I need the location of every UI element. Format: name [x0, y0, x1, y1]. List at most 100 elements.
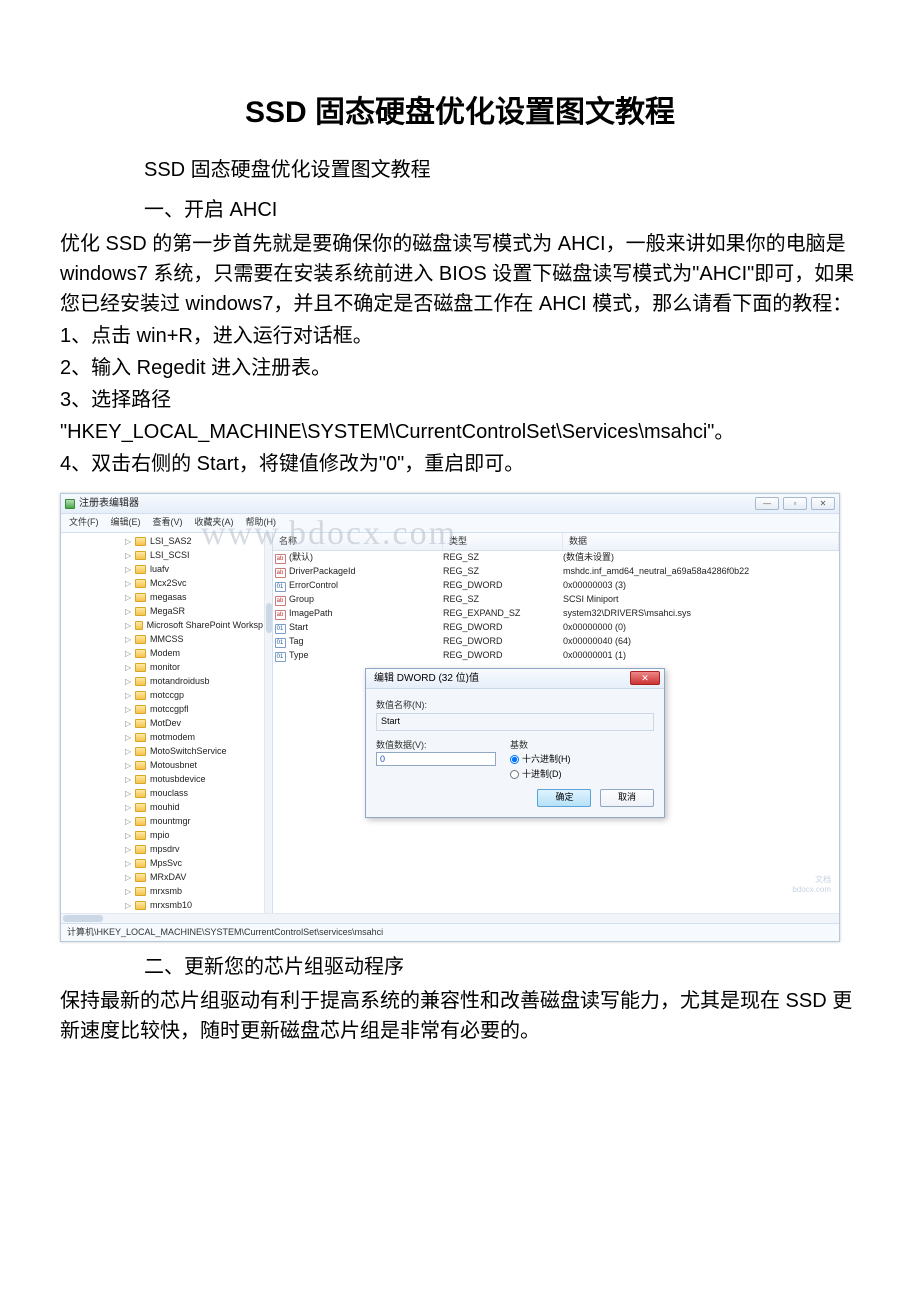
step-3-path: "HKEY_LOCAL_MACHINE\SYSTEM\CurrentContro… — [60, 417, 860, 447]
tree-item[interactable]: ▷mouhid — [61, 801, 272, 815]
tree-item[interactable]: ▷mpio — [61, 829, 272, 843]
expand-icon[interactable]: ▷ — [125, 606, 131, 618]
expand-icon[interactable]: ▷ — [125, 648, 131, 660]
expand-icon[interactable]: ▷ — [125, 536, 131, 548]
menu-fav[interactable]: 收藏夹(A) — [195, 516, 234, 530]
tree-pane[interactable]: ▷LSI_SAS2▷LSI_SCSI▷luafv▷Mcx2Svc▷megasas… — [61, 533, 273, 913]
tree-item[interactable]: ▷ motusbdevice — [61, 773, 272, 787]
radio-hex-input[interactable] — [510, 755, 519, 764]
registry-value-row[interactable]: 01TypeREG_DWORD0x00000001 (1) — [273, 649, 839, 663]
radio-dec[interactable]: 十进制(D) — [510, 768, 571, 782]
expand-icon[interactable]: ▷ — [125, 690, 131, 702]
expand-icon[interactable]: ▷ — [125, 732, 131, 744]
expand-icon[interactable]: ▷ — [125, 886, 131, 898]
tree-item[interactable]: ▷Modem — [61, 647, 272, 661]
tree-item[interactable]: ▷LSI_SAS2 — [61, 535, 272, 549]
tree-item[interactable]: ▷megasas — [61, 591, 272, 605]
close-button[interactable]: ✕ — [811, 497, 835, 510]
dialog-close-button[interactable]: ✕ — [630, 671, 660, 685]
tree-item-label: motusbdevice — [150, 773, 206, 787]
expand-icon[interactable]: ▷ — [125, 564, 131, 576]
expand-icon[interactable]: ▷ — [125, 760, 131, 772]
col-name[interactable]: 名称 — [273, 533, 443, 551]
cancel-button[interactable]: 取消 — [600, 789, 654, 807]
value-data-cell: SCSI Miniport — [563, 593, 839, 607]
tree-item[interactable]: ▷motccgp — [61, 689, 272, 703]
expand-icon[interactable]: ▷ — [125, 788, 131, 800]
registry-value-row[interactable]: 01StartREG_DWORD0x00000000 (0) — [273, 621, 839, 635]
expand-icon[interactable]: ▷ — [125, 858, 131, 870]
tree-item-label: mountmgr — [150, 815, 191, 829]
expand-icon[interactable]: ▷ — [125, 704, 131, 716]
regedit-screenshot: www.bdocx.com 注册表编辑器 — ▫ ✕ 文件(F) 编辑(E) 查… — [60, 493, 860, 942]
tree-item[interactable]: ▷Microsoft SharePoint Worksp… — [61, 619, 272, 633]
tree-item[interactable]: ▷MRxDAV — [61, 871, 272, 885]
tree-item[interactable]: ▷motmodem — [61, 731, 272, 745]
value-data-label: 数值数据(V): — [376, 739, 496, 753]
folder-icon — [135, 775, 146, 784]
menu-file[interactable]: 文件(F) — [69, 516, 99, 530]
expand-icon[interactable]: ▷ — [125, 816, 131, 828]
folder-icon — [135, 649, 146, 658]
col-data[interactable]: 数据 — [563, 533, 839, 551]
window-title: 注册表编辑器 — [79, 496, 139, 511]
registry-value-row[interactable]: abDriverPackageIdREG_SZmshdc.inf_amd64_n… — [273, 565, 839, 579]
tree-item[interactable]: ▷Motousbnet — [61, 759, 272, 773]
registry-value-row[interactable]: 01TagREG_DWORD0x00000040 (64) — [273, 635, 839, 649]
horizontal-scrollbar[interactable] — [61, 913, 839, 923]
expand-icon[interactable]: ▷ — [125, 830, 131, 842]
menu-view[interactable]: 查看(V) — [153, 516, 183, 530]
tree-item[interactable]: ▷monitor — [61, 661, 272, 675]
expand-icon[interactable]: ▷ — [125, 592, 131, 604]
radio-dec-input[interactable] — [510, 770, 519, 779]
tree-item[interactable]: ▷ mountmgr — [61, 815, 272, 829]
expand-icon[interactable]: ▷ — [125, 676, 131, 688]
value-data-cell: (数值未设置) — [563, 551, 839, 565]
value-data-input[interactable] — [376, 752, 496, 766]
expand-icon[interactable]: ▷ — [125, 634, 131, 646]
value-data-cell: 0x00000003 (3) — [563, 579, 839, 593]
registry-value-row[interactable]: abImagePathREG_EXPAND_SZsystem32\DRIVERS… — [273, 607, 839, 621]
folder-icon — [135, 845, 146, 854]
menu-edit[interactable]: 编辑(E) — [111, 516, 141, 530]
tree-scrollbar[interactable] — [264, 533, 272, 913]
tree-item[interactable]: ▷Mcx2Svc — [61, 577, 272, 591]
expand-icon[interactable]: ▷ — [125, 774, 131, 786]
radio-hex[interactable]: 十六进制(H) — [510, 753, 571, 767]
tree-item[interactable]: ▷MpsSvc — [61, 857, 272, 871]
tree-item[interactable]: ▷mpsdrv — [61, 843, 272, 857]
menu-help[interactable]: 帮助(H) — [246, 516, 277, 530]
folder-icon — [135, 705, 146, 714]
value-type-cell: REG_DWORD — [443, 635, 563, 649]
tree-item[interactable]: ▷mouclass — [61, 787, 272, 801]
minimize-button[interactable]: — — [755, 497, 779, 510]
expand-icon[interactable]: ▷ — [125, 718, 131, 730]
col-type[interactable]: 类型 — [443, 533, 563, 551]
expand-icon[interactable]: ▷ — [125, 662, 131, 674]
tree-item[interactable]: ▷mrxsmb — [61, 885, 272, 899]
expand-icon[interactable]: ▷ — [125, 550, 131, 562]
expand-icon[interactable]: ▷ — [125, 900, 131, 912]
tree-item[interactable]: ▷LSI_SCSI — [61, 549, 272, 563]
expand-icon[interactable]: ▷ — [125, 620, 131, 632]
tree-item[interactable]: ▷luafv — [61, 563, 272, 577]
expand-icon[interactable]: ▷ — [125, 746, 131, 758]
tree-item[interactable]: ▷ MegaSR — [61, 605, 272, 619]
tree-item[interactable]: ▷MotoSwitchService — [61, 745, 272, 759]
tree-item[interactable]: ▷mrxsmb10 — [61, 899, 272, 913]
tree-item[interactable]: ▷motccgpfl — [61, 703, 272, 717]
tree-item[interactable]: ▷MotDev — [61, 717, 272, 731]
maximize-button[interactable]: ▫ — [783, 497, 807, 510]
registry-value-row[interactable]: ab(默认)REG_SZ(数值未设置) — [273, 551, 839, 565]
expand-icon[interactable]: ▷ — [125, 872, 131, 884]
registry-value-row[interactable]: abGroupREG_SZSCSI Miniport — [273, 593, 839, 607]
tree-item-label: MegaSR — [150, 605, 185, 619]
expand-icon[interactable]: ▷ — [125, 802, 131, 814]
expand-icon[interactable]: ▷ — [125, 844, 131, 856]
expand-icon[interactable]: ▷ — [125, 578, 131, 590]
registry-value-row[interactable]: 01ErrorControlREG_DWORD0x00000003 (3) — [273, 579, 839, 593]
folder-icon — [135, 901, 146, 910]
tree-item[interactable]: ▷MMCSS — [61, 633, 272, 647]
ok-button[interactable]: 确定 — [537, 789, 591, 807]
tree-item[interactable]: ▷motandroidusb — [61, 675, 272, 689]
